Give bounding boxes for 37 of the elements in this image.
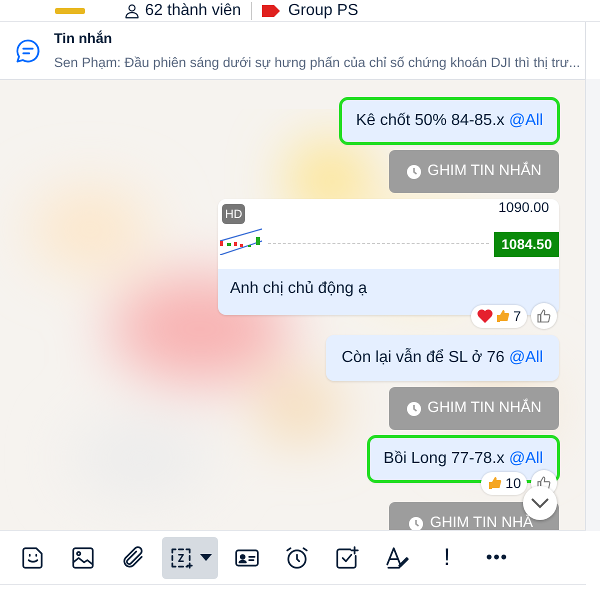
mention-link[interactable]: @All [508,112,543,129]
mention-link[interactable]: @All [508,349,543,366]
person-icon [123,2,141,20]
pinned-preview: Sen Phạm: Đầu phiên sáng dưới sự hưng phấn của chỉ số chứng khoán DJI thì thị trư... [54,54,580,72]
urgent-button[interactable]: ! [426,536,468,578]
thumbs-up-icon [536,308,552,324]
pinned-title: Tin nhắn [54,28,114,48]
image-icon [70,544,96,570]
alarm-clock-icon [284,544,310,570]
logo-icon [55,8,85,14]
clock-icon [406,402,421,416]
hd-badge: HD [222,204,246,224]
thumbs-up-icon [487,475,504,491]
clock-icon [409,516,423,530]
price-tag: 1084.50 [494,232,559,257]
mention-link[interactable]: @All [508,450,543,467]
text-format-icon [384,544,410,570]
tag-icon [262,4,280,18]
message-text: Còn lại vẫn để SL ở 76 @All [326,335,559,381]
thumbs-up-icon [495,308,512,324]
pin-message-button[interactable]: GHIM TIN NHẮN [389,150,559,193]
pin-message-button[interactable]: GHIM TIN NHẮN [389,387,559,430]
caret-icon [200,554,212,561]
chevron-down-icon [530,497,550,509]
task-check-icon [334,544,360,570]
message-icon [14,36,42,64]
message-text: Kê chốt 50% 84-85.x @All [340,98,559,144]
group-label: Group PS [288,1,358,21]
message-text: Anh chị chủ động ạ [229,279,368,299]
pin-message-button[interactable]: GHIM TIN NHẮ [389,502,559,530]
price-label: 1090.00 [498,199,549,217]
heart-icon [477,309,494,323]
clock-icon [406,164,421,178]
reaction-count: 7 [513,306,521,326]
toolbar-button[interactable] [162,536,218,578]
more-button[interactable]: ••• [476,536,518,578]
member-count: 62 thành viên [145,1,242,21]
